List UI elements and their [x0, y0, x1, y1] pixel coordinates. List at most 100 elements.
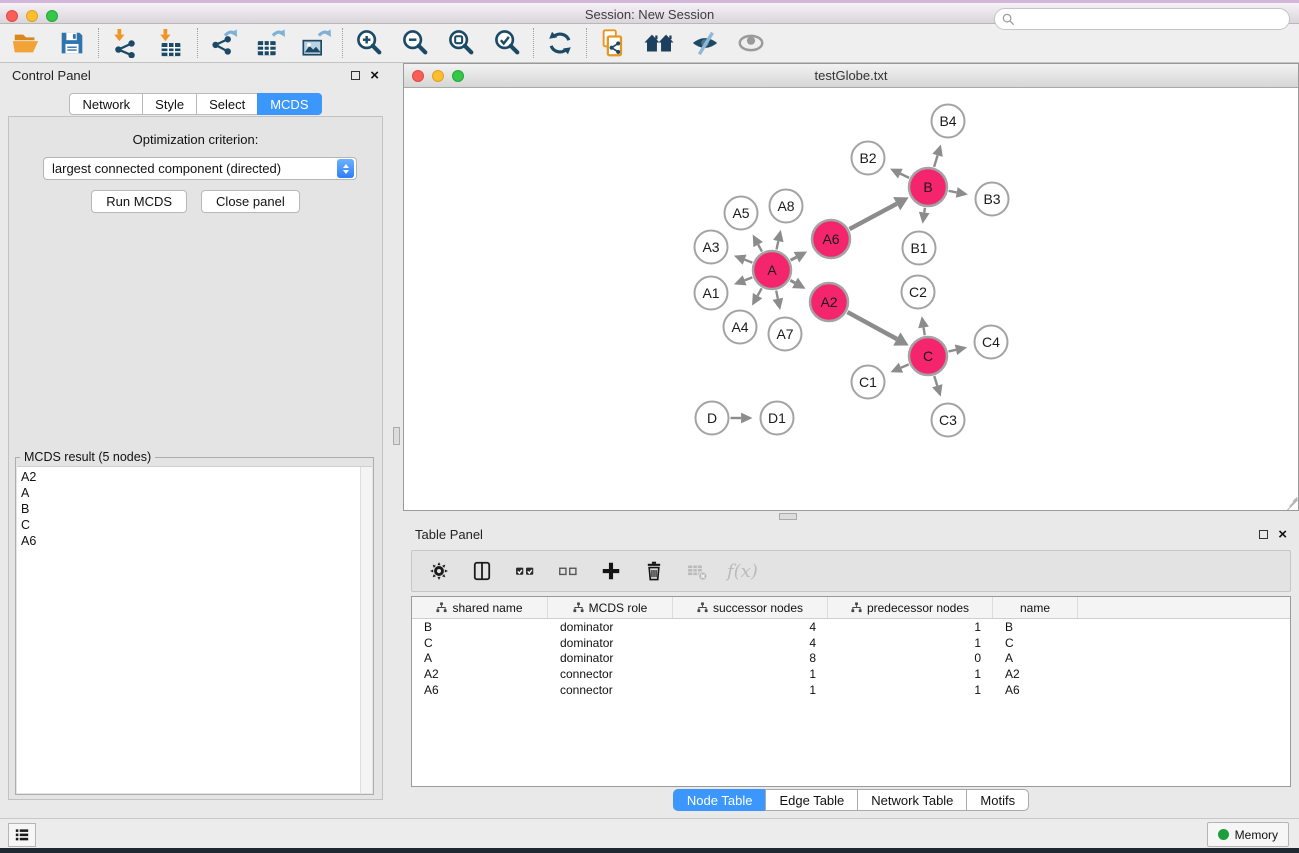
network-graph[interactable]: B4B2BB3A8A5A6A3B1AC2A1A2A4A7C4CC1C3DD1 [404, 89, 1298, 510]
search-box[interactable] [994, 8, 1290, 30]
export-table-button[interactable] [252, 26, 288, 60]
tab-node-table[interactable]: Node Table [673, 789, 766, 811]
graph-edge-C-C4[interactable] [948, 350, 955, 352]
import-network-button[interactable] [107, 26, 143, 60]
graph-edge-B-B1[interactable] [924, 208, 925, 213]
graph-edge-A-A7[interactable] [776, 291, 778, 299]
tab-style[interactable]: Style [142, 93, 196, 115]
eye-button[interactable] [733, 26, 769, 60]
search-input[interactable] [1016, 10, 1289, 28]
network-canvas[interactable]: B4B2BB3A8A5A6A3B1AC2A1A2A4A7C4CC1C3DD1 [404, 89, 1298, 510]
tree-icon [697, 602, 708, 613]
close-table-panel-icon[interactable]: × [1278, 530, 1287, 539]
mcds-result-item[interactable]: B [21, 501, 356, 517]
task-history-button[interactable] [8, 823, 36, 847]
graph-edge-A-A5[interactable] [758, 245, 762, 252]
graph-edge-B-B4[interactable] [934, 155, 937, 167]
zoom-fit-button[interactable] [443, 26, 479, 60]
graph-edge-B-B3[interactable] [949, 191, 957, 193]
tab-network-table[interactable]: Network Table [857, 789, 966, 811]
control-panel: Control Panel × NetworkStyleSelectMCDS O… [0, 63, 391, 812]
deselect-all-button[interactable] [555, 558, 581, 584]
zoom-fit-icon [446, 28, 476, 58]
table-row[interactable]: Cdominator41C [412, 635, 1290, 651]
graph-edge-A-A4[interactable] [758, 288, 762, 295]
select-all-button[interactable] [512, 558, 538, 584]
table-row[interactable]: Adominator80A [412, 650, 1290, 666]
import-table-button[interactable] [153, 26, 189, 60]
mcds-result-item[interactable]: A [21, 485, 356, 501]
table-cell: A [412, 651, 548, 665]
delete-row-button[interactable] [641, 558, 667, 584]
hide-eye-icon [690, 28, 720, 58]
graph-edge-C-C3[interactable] [934, 376, 937, 386]
save-icon [57, 28, 87, 58]
duplicate-network-icon [598, 28, 628, 58]
float-table-panel-icon[interactable] [1259, 530, 1268, 539]
table-row[interactable]: A6connector11A6 [412, 682, 1290, 698]
graph-edge-A-A1[interactable] [745, 277, 753, 280]
open-file-button[interactable] [8, 26, 44, 60]
close-panel-button[interactable]: Close panel [201, 190, 300, 213]
graph-edge-A-A3[interactable] [745, 260, 753, 263]
list-scrollbar[interactable] [360, 467, 372, 793]
column-header-successor-nodes[interactable]: successor nodes [673, 597, 828, 618]
table-cell: B [993, 620, 1078, 634]
network-window: testGlobe.txt B4B2BB3A8A5A6A3B1AC2A1A2A4… [403, 63, 1299, 511]
graph-edge-C-C2[interactable] [924, 327, 925, 335]
tab-motifs[interactable]: Motifs [966, 789, 1029, 811]
duplicate-network-button[interactable] [595, 26, 631, 60]
tab-network[interactable]: Network [69, 93, 142, 115]
graph-edge-A-A6[interactable] [791, 257, 797, 260]
graph-edge-A2-C[interactable] [847, 312, 896, 339]
mcds-result-item[interactable]: C [21, 517, 356, 533]
column-header-predecessor-nodes[interactable]: predecessor nodes [828, 597, 993, 618]
graph-edge-A6-B[interactable] [850, 204, 897, 229]
houses-button[interactable] [641, 26, 677, 60]
table-row[interactable]: Bdominator41B [412, 619, 1290, 635]
graph-edge-C-C1[interactable] [901, 364, 909, 367]
criterion-dropdown[interactable]: largest connected component (directed) [43, 157, 357, 180]
add-row-button[interactable] [598, 558, 624, 584]
mcds-result-list[interactable]: A2ABCA6 [17, 466, 372, 793]
graph-edge-A-A8[interactable] [776, 241, 778, 249]
vertical-split-handle[interactable] [393, 427, 400, 445]
graph-node-label-C: C [923, 348, 933, 364]
table-cell: A2 [993, 667, 1078, 681]
settings-gear-button[interactable] [426, 558, 452, 584]
graph-node-label-B: B [923, 179, 932, 195]
zoom-in-button[interactable] [351, 26, 387, 60]
refresh-button[interactable] [542, 26, 578, 60]
export-image-button[interactable] [298, 26, 334, 60]
resize-grip[interactable] [1283, 495, 1297, 509]
columns-button[interactable] [469, 558, 495, 584]
tab-mcds[interactable]: MCDS [257, 93, 321, 115]
export-network-icon [209, 28, 239, 58]
graph-edge-B-B2[interactable] [900, 174, 909, 178]
tab-select[interactable]: Select [196, 93, 257, 115]
criterion-dropdown-value: largest connected component (directed) [44, 161, 337, 176]
network-window-titlebar[interactable]: testGlobe.txt [404, 64, 1298, 88]
node-table[interactable]: shared nameMCDS rolesuccessor nodesprede… [411, 596, 1291, 787]
close-panel-icon[interactable]: × [370, 71, 379, 80]
save-button[interactable] [54, 26, 90, 60]
zoom-selected-button[interactable] [489, 26, 525, 60]
column-header-shared-name[interactable]: shared name [412, 597, 548, 618]
mcds-result-item[interactable]: A2 [21, 469, 356, 485]
column-header-name[interactable]: name [993, 597, 1078, 618]
eye-icon [736, 28, 766, 58]
zoom-out-button[interactable] [397, 26, 433, 60]
run-mcds-button[interactable]: Run MCDS [91, 190, 187, 213]
mcds-result-title: MCDS result (5 nodes) [20, 450, 155, 464]
table-row[interactable]: A2connector11A2 [412, 666, 1290, 682]
mcds-result-item[interactable]: A6 [21, 533, 356, 549]
tab-edge-table[interactable]: Edge Table [765, 789, 857, 811]
export-network-button[interactable] [206, 26, 242, 60]
hide-eye-button[interactable] [687, 26, 723, 60]
horizontal-split-handle[interactable] [779, 513, 797, 520]
graph-node-label-B3: B3 [983, 191, 1000, 207]
column-header-MCDS-role[interactable]: MCDS role [548, 597, 673, 618]
graph-edge-A-A2[interactable] [790, 280, 795, 283]
float-panel-icon[interactable] [351, 71, 360, 80]
memory-button[interactable]: Memory [1207, 822, 1289, 847]
